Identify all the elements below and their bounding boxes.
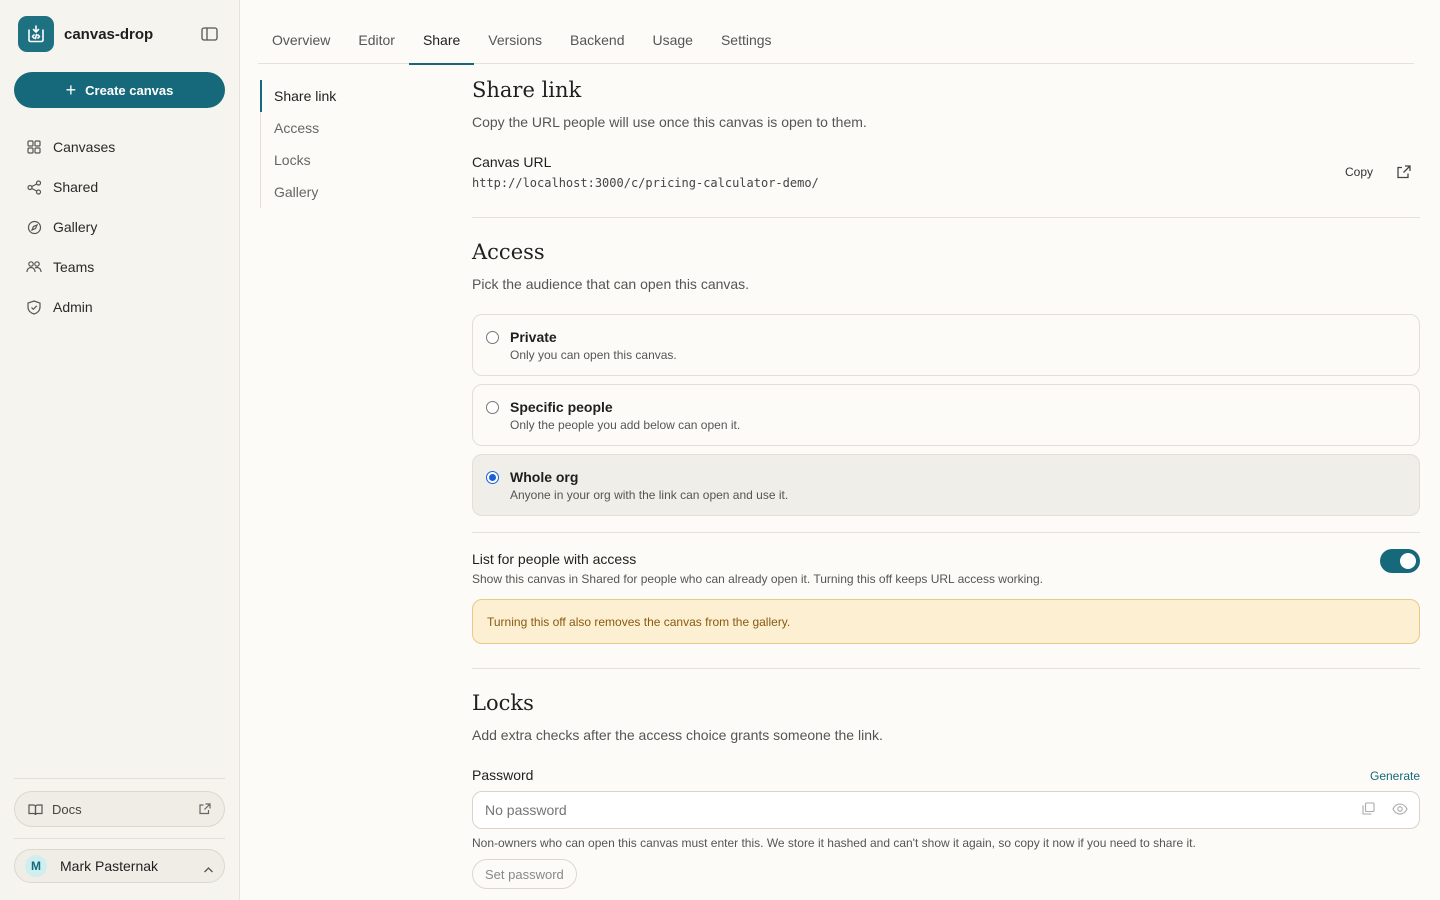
sidebar-item-label: Gallery xyxy=(53,219,98,235)
sidebar-nav: Canvases Shared Gallery Teams Admin xyxy=(14,127,225,327)
sidebar-divider xyxy=(14,838,225,839)
section-nav-locks[interactable]: Locks xyxy=(261,144,431,176)
password-label: Password xyxy=(472,767,534,783)
share-icon xyxy=(26,179,42,195)
sidebar-item-label: Shared xyxy=(53,179,99,195)
list-for-people-label: List for people with access xyxy=(472,551,637,567)
option-title: Whole org xyxy=(510,469,579,485)
option-title: Specific people xyxy=(510,399,613,415)
book-icon xyxy=(28,803,43,816)
section-divider xyxy=(472,532,1420,533)
section-divider xyxy=(472,668,1420,669)
password-input[interactable] xyxy=(472,791,1420,829)
tab-overview[interactable]: Overview xyxy=(258,24,344,64)
sidebar-divider xyxy=(14,778,225,779)
warning-text: Turning this off also removes the canvas… xyxy=(487,614,791,629)
docs-label: Docs xyxy=(52,801,82,817)
option-title: Private xyxy=(510,329,557,345)
section-nav-share-link[interactable]: Share link xyxy=(260,80,431,112)
user-menu-button[interactable]: M Mark Pasternak xyxy=(14,849,225,883)
radio-button-selected[interactable] xyxy=(486,471,499,484)
access-option-private[interactable]: Private Only you can open this canvas. xyxy=(472,314,1420,376)
option-description: Only the people you add below can open i… xyxy=(510,418,741,432)
access-option-specific-people[interactable]: Specific people Only the people you add … xyxy=(472,384,1420,446)
copy-icon[interactable] xyxy=(1362,802,1378,818)
external-link-icon xyxy=(199,803,211,818)
gallery-warning-banner: Turning this off also removes the canvas… xyxy=(472,599,1420,644)
users-icon xyxy=(26,259,42,275)
copy-url-button[interactable]: Copy xyxy=(1345,165,1373,179)
radio-button[interactable] xyxy=(486,331,499,344)
canvas-url-label: Canvas URL xyxy=(472,154,552,170)
access-description: Pick the audience that can open this can… xyxy=(472,276,750,292)
section-divider xyxy=(472,217,1420,218)
grid-icon xyxy=(26,139,42,155)
share-settings-panel: Share link Copy the URL people will use … xyxy=(472,0,1420,900)
plus-icon: + xyxy=(65,80,77,100)
app-logo-icon xyxy=(18,16,54,52)
sidebar-item-canvases[interactable]: Canvases xyxy=(14,127,225,167)
tab-editor[interactable]: Editor xyxy=(344,24,409,64)
sidebar-item-label: Canvases xyxy=(53,139,116,155)
compass-icon xyxy=(26,219,42,235)
sidebar-item-label: Admin xyxy=(53,299,93,315)
section-nav: Share link Access Locks Gallery xyxy=(260,80,431,208)
docs-button[interactable]: Docs xyxy=(14,791,225,827)
locks-description: Add extra checks after the access choice… xyxy=(472,727,883,743)
generate-password-button[interactable]: Generate xyxy=(1370,769,1420,783)
access-heading: Access xyxy=(472,240,545,264)
sidebar-item-admin[interactable]: Admin xyxy=(14,287,225,327)
password-help-text: Non-owners who can open this canvas must… xyxy=(472,836,1196,850)
section-nav-access[interactable]: Access xyxy=(261,112,431,144)
avatar: M xyxy=(25,855,47,877)
create-canvas-button[interactable]: + Create canvas xyxy=(14,72,225,108)
canvas-url-value: http://localhost:3000/c/pricing-calculat… xyxy=(472,176,819,190)
brand: canvas-drop xyxy=(18,16,153,52)
set-password-button[interactable]: Set password xyxy=(472,859,577,889)
list-for-people-toggle[interactable] xyxy=(1380,549,1420,573)
option-description: Anyone in your org with the link can ope… xyxy=(510,488,789,502)
section-nav-gallery[interactable]: Gallery xyxy=(261,176,431,208)
sidebar-item-shared[interactable]: Shared xyxy=(14,167,225,207)
sidebar-item-label: Teams xyxy=(53,259,95,275)
sidebar-item-teams[interactable]: Teams xyxy=(14,247,225,287)
share-link-heading: Share link xyxy=(472,78,582,102)
eye-icon[interactable] xyxy=(1392,802,1410,818)
sidebar-toggle-icon[interactable] xyxy=(198,24,220,44)
app-name: canvas-drop xyxy=(64,25,154,43)
shield-icon xyxy=(26,299,42,315)
option-description: Only you can open this canvas. xyxy=(510,348,677,362)
open-in-new-tab-icon[interactable] xyxy=(1397,165,1413,181)
share-link-description: Copy the URL people will use once this c… xyxy=(472,114,867,130)
sidebar: canvas-drop + Create canvas Canvases Sha… xyxy=(0,0,240,900)
sidebar-item-gallery[interactable]: Gallery xyxy=(14,207,225,247)
list-for-people-description: Show this canvas in Shared for people wh… xyxy=(472,572,1043,586)
radio-button[interactable] xyxy=(486,401,499,414)
access-option-whole-org[interactable]: Whole org Anyone in your org with the li… xyxy=(472,454,1420,516)
locks-heading: Locks xyxy=(472,691,534,715)
tab-share[interactable]: Share xyxy=(408,24,475,65)
user-name: Mark Pasternak xyxy=(60,858,159,874)
create-canvas-label: Create canvas xyxy=(85,82,174,98)
chevron-up-icon xyxy=(203,861,214,879)
